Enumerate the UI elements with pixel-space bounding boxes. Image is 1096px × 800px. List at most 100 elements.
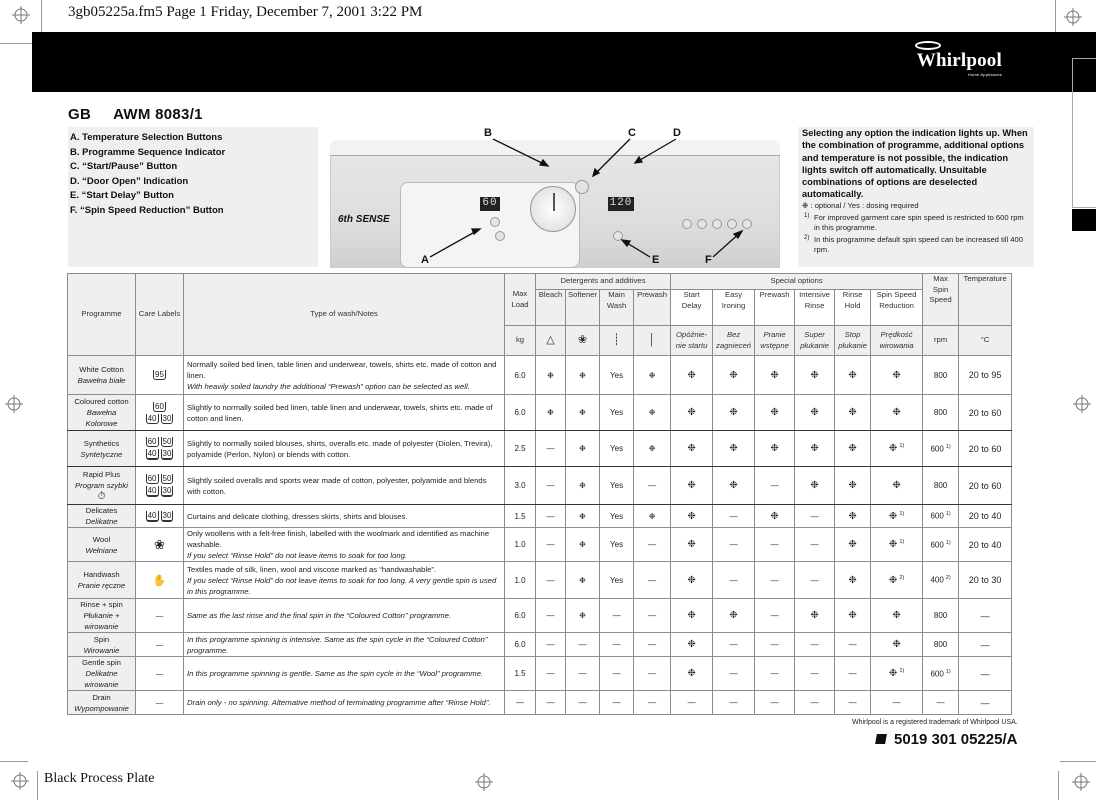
programme-name-cell: Gentle spin Delikatne wirowanie [67,656,136,691]
header-band: Whirlpool Home Appliances [32,32,1096,92]
wash-temp-care-label: 60 [153,401,166,412]
wash-notes-italic: If you select “Rinse Hold” do not leave … [187,575,497,596]
easy-ironing-cell: ❉ [712,466,756,505]
main-wash-cell: — [599,632,635,657]
intensive-rinse-cell: ❉ [794,598,836,633]
footnote-ref: 2) [945,575,951,582]
wash-temp-care-label: 50 [160,474,174,484]
easy-ironing-cell: ❉ [712,598,756,633]
footnote-ref: 2) [899,574,905,581]
main-wash-cell: — [599,598,635,633]
file-slug: 3gb05225a.fm5 Page 1 Friday, December 7,… [68,4,423,20]
spin-reduction-button [742,219,752,229]
wash-notes-cell: Same as the last rinse and the final spi… [183,598,505,633]
max-spin-value: 600 [930,511,944,521]
header-prewash-option-pl: Pranie wstępne [754,325,796,356]
brand-name: Whirlpool [916,50,1002,71]
programme-name: Synthetics [83,438,120,448]
option-button [697,219,707,229]
header-softener: Softener [564,289,601,326]
start-delay-value: ❉ [687,668,696,679]
rinse-hold-value: ❉ [848,443,857,454]
option-button [682,219,692,229]
max-spin-value: — [936,698,945,707]
spin-reduction-cell: ❉ 1) [870,430,924,467]
main-wash-cell: Yes [599,466,635,505]
wash-notes-italic: Same as the last rinse and the final spi… [187,611,452,620]
max-load-cell: 1.0 [504,561,536,599]
wash-temp-care-label: 40 [145,486,159,497]
main-wash-icon: ┊ [599,325,635,356]
max-spin-cell: — [922,690,960,715]
programme-name-cell: Rapid Plus Program szybki ⏱ [67,466,136,505]
max-load-cell: 6.0 [504,355,536,395]
wash-notes-cell: Curtains and delicate clothing, dresses … [183,504,505,528]
header-prewash: Prewash [633,289,672,326]
spin-reduction-value: ❉ [888,443,898,454]
intensive-rinse-cell: — [794,561,836,599]
header-type: Type of wash/Notes [183,273,505,356]
care-labels-cell: 95 [135,355,184,395]
prewash-option-value: — [770,611,779,620]
programme-name: Gentle spin [82,658,121,667]
spin-reduction-cell: — [870,690,924,715]
spin-reduction-cell: ❉ 1) [870,527,924,562]
header-rinse-hold: Rinse Hold [834,289,872,326]
programme-name-pl: Wypompowanie [74,703,129,713]
rinse-hold-cell: ❉ [834,598,872,633]
temperature-cell: 20 to 60 [958,466,1013,505]
temp-minus-button [495,231,505,241]
max-spin-value: 800 [933,611,948,620]
rinse-hold-value: ❉ [848,510,857,522]
callout-label-c: C [628,127,636,139]
easy-ironing-value: — [729,575,738,585]
bleach-cell: — [535,561,566,599]
spin-reduction-value: ❉ [892,480,901,491]
logo-swirl-icon [914,41,941,50]
registration-mark-top-left [12,6,30,24]
easy-ironing-cell: — [712,561,756,599]
prewash-cell: — [633,690,672,715]
whirlpool-logo: Whirlpool Home Appliances [914,41,1002,77]
start-delay-value: ❉ [687,539,696,550]
wash-notes-cell: Slightly soiled overalls and sports wear… [183,466,505,505]
max-load-cell: 6.0 [504,394,536,431]
temperature-display: 60 [480,197,500,211]
side-tab [1072,58,1096,208]
wash-temp-care-label: 40 [145,413,159,424]
intensive-rinse-value: ❉ [810,610,819,621]
start-delay-cell: ❉ [670,430,714,467]
intensive-rinse-cell: — [794,504,836,528]
prewash-cell: ❉ [633,430,672,467]
wash-temp-care-label: 30 [160,510,174,522]
easy-ironing-value: — [729,640,738,649]
start-pause-button [575,180,589,194]
legend-item: D. “Door Open” Indication [70,175,189,187]
wash-notes-italic: Drain only - no spinning. Alternative me… [187,698,491,707]
header-temperature-unit: °C [958,325,1013,356]
wash-notes-italic: If you select “Rinse Hold” do not leave … [187,551,408,560]
start-delay-cell: ❉ [670,527,714,562]
easy-ironing-cell: — [712,504,756,528]
prewash-cell: — [633,598,672,633]
woolmark-icon: ❀ [154,536,165,552]
easy-ironing-value: — [729,540,738,549]
start-delay-value: ❉ [687,639,696,650]
temperature-cell: — [958,690,1013,715]
part-number-icon [875,734,887,744]
prewash-option-value: ❉ [770,369,779,381]
intensive-rinse-cell: — [794,690,836,715]
intensive-rinse-cell: ❉ [794,355,836,395]
max-load-cell: 1.5 [504,504,536,528]
wash-notes: Normally soiled bed linen, table linen a… [187,359,497,380]
easy-ironing-cell: ❉ [712,430,756,467]
footnote-mark: 1) [804,212,810,219]
callout-label-b: B [484,127,492,139]
max-spin-value: 400 [930,575,944,585]
wash-notes-cell: In this programme spinning is intensive.… [183,632,505,657]
softener-cell: ❉ [564,466,601,505]
rinse-hold-value: ❉ [848,610,857,621]
legend-item: C. “Start/Pause” Button [70,161,178,172]
wash-notes-cell: Only woollens with a felt-free finish, l… [183,527,505,562]
programme-name-cell: Wool Wełniane [67,527,136,562]
